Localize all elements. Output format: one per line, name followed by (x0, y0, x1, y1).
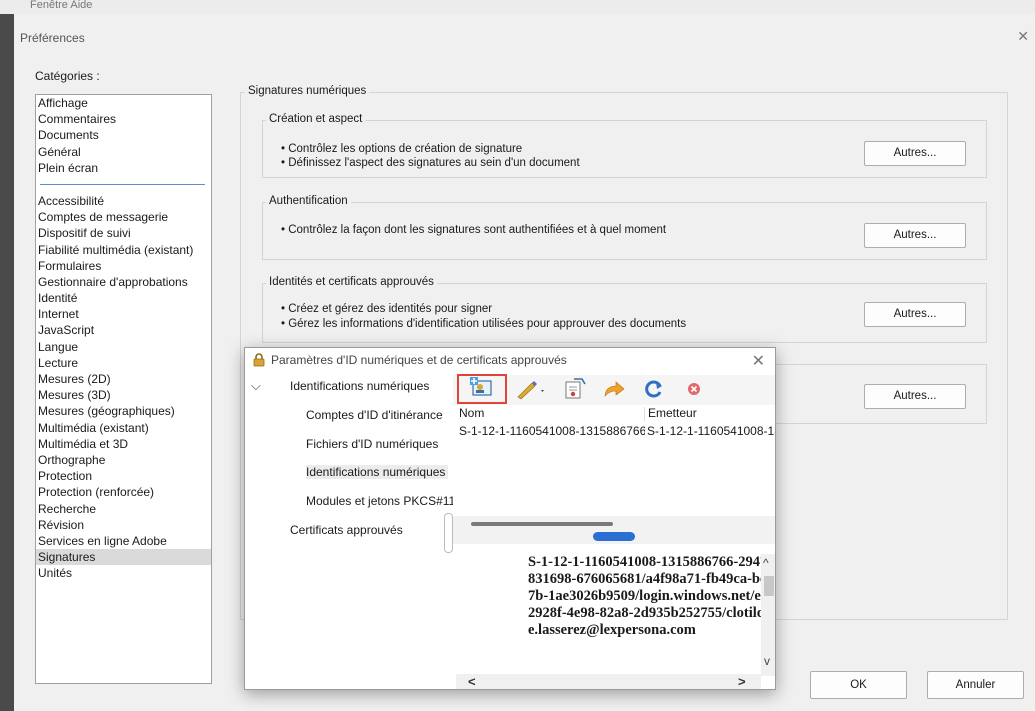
category-item[interactable]: Identité (36, 290, 211, 306)
category-item[interactable]: Fiabilité multimédia (existant) (36, 242, 211, 258)
creation-more-button[interactable]: Autres... (864, 141, 966, 166)
group-creation-title: Création et aspect (266, 113, 366, 125)
scroll-right-icon[interactable]: > (738, 674, 746, 689)
ok-button[interactable]: OK (810, 671, 907, 699)
category-item[interactable]: Mesures (géographiques) (36, 403, 211, 419)
auth-more-button[interactable]: Autres... (864, 223, 966, 248)
creation-line-2: • Définissez l'aspect des signatures au … (281, 157, 580, 169)
edit-button[interactable] (513, 378, 549, 402)
category-item[interactable]: Multimédia (existant) (36, 420, 211, 436)
table-horizontal-scrollbar[interactable] (471, 522, 613, 526)
tree-item-roaming[interactable]: Comptes d'ID d'itinérance (306, 408, 443, 422)
auth-line-1: • Contrôlez la façon dont les signatures… (281, 224, 667, 236)
splitter-handle[interactable] (593, 532, 635, 541)
detail-horizontal-scrollbar[interactable]: < > (456, 674, 761, 689)
category-item-signatures[interactable]: Signatures (36, 549, 211, 566)
categories-list: Affichage Commentaires Documents Général… (35, 94, 212, 684)
column-divider[interactable] (644, 407, 645, 421)
tree-item-digital-ids[interactable]: Identifications numériques (290, 379, 429, 393)
category-item[interactable]: Révision (36, 517, 211, 533)
category-item[interactable]: Unités (36, 565, 211, 581)
certificate-button[interactable] (559, 377, 589, 403)
category-item[interactable]: Protection (renforcée) (36, 484, 211, 500)
group-identities-title: Identités et certificats approuvés (266, 276, 437, 288)
id-toolbar (453, 374, 775, 405)
category-item[interactable]: JavaScript (36, 322, 211, 338)
category-item[interactable]: Formulaires (36, 258, 211, 274)
category-item[interactable]: Protection (36, 468, 211, 484)
id-detail-text: S-1-12-1-1160541008-1315886766-294783169… (528, 554, 768, 638)
category-item[interactable]: Mesures (2D) (36, 371, 211, 387)
tree-item-pkcs11[interactable]: Modules et jetons PKCS#11 (306, 494, 455, 508)
tree-item-files[interactable]: Fichiers d'ID numériques (306, 437, 438, 451)
tree-item-windows[interactable]: Identifications numériques W (306, 465, 448, 479)
category-item[interactable]: Gestionnaire d'approbations (36, 274, 211, 290)
export-button[interactable] (599, 378, 629, 402)
menubar-text: Fenêtre Aide (30, 0, 93, 11)
category-item[interactable]: Multimédia et 3D (36, 436, 211, 452)
column-header-issuer[interactable]: Emetteur (648, 405, 697, 421)
column-header-name[interactable]: Nom (459, 405, 484, 421)
category-item-documents[interactable]: Documents (36, 127, 211, 143)
cancel-button[interactable]: Annuler (927, 671, 1024, 699)
export-arrow-icon (602, 378, 626, 403)
refresh-icon (643, 378, 665, 403)
identities-line-2: • Gérez les informations d'identificatio… (281, 318, 687, 330)
tree-scrollbar[interactable] (444, 513, 453, 553)
category-item-affichage[interactable]: Affichage (36, 95, 211, 111)
dialog-close-icon[interactable]: ✕ (752, 351, 765, 371)
remove-icon (685, 380, 703, 401)
group-auth-title: Authentification (266, 195, 351, 207)
add-id-icon (470, 376, 494, 402)
category-item[interactable]: Dispositif de suivi (36, 225, 211, 241)
category-item[interactable]: Recherche (36, 501, 211, 517)
certificate-icon (562, 377, 586, 403)
category-item[interactable]: Services en ligne Adobe (36, 533, 211, 549)
window-title: Préférences (20, 31, 85, 45)
id-detail-pane: S-1-12-1-1160541008-1315886766-294783169… (456, 546, 775, 676)
category-item-commentaires[interactable]: Commentaires (36, 111, 211, 127)
category-item[interactable]: Comptes de messagerie (36, 209, 211, 225)
app-menubar: Fenêtre Aide (0, 0, 1035, 14)
remove-button[interactable] (679, 378, 709, 402)
dialog-title: Paramètres d'ID numériques et de certifi… (271, 353, 567, 367)
detail-vertical-scrollbar[interactable]: ^ v (761, 554, 775, 676)
chevron-down-icon[interactable]: ⌵ (251, 378, 261, 394)
panel-title: Signatures numériques (245, 85, 370, 97)
table-cell-name[interactable]: S-1-12-1-1160541008-1315886766... (459, 423, 645, 439)
detail-vscroll-thumb[interactable] (764, 576, 774, 596)
category-item[interactable]: Langue (36, 339, 211, 355)
add-id-button[interactable] (457, 374, 507, 404)
category-item[interactable]: Orthographe (36, 452, 211, 468)
category-separator (40, 183, 205, 185)
scroll-left-icon[interactable]: < (468, 674, 476, 689)
identities-line-1: • Créez et gérez des identités pour sign… (281, 303, 493, 315)
tree-item-trusted-certs[interactable]: Certificats approuvés (290, 523, 403, 537)
close-window-icon[interactable]: ✕ (1017, 28, 1029, 45)
scroll-up-icon[interactable]: ^ (763, 556, 769, 570)
refresh-button[interactable] (639, 378, 669, 402)
pen-dropdown-icon (515, 378, 547, 403)
scroll-down-icon[interactable]: v (764, 654, 770, 668)
category-item[interactable]: Accessibilité (36, 193, 211, 209)
category-item-plein-ecran[interactable]: Plein écran (36, 160, 211, 176)
fourth-more-button[interactable]: Autres... (864, 384, 966, 409)
digital-id-dialog: Paramètres d'ID numériques et de certifi… (244, 347, 776, 690)
category-item-general[interactable]: Général (36, 144, 211, 160)
categories-label: Catégories : (35, 69, 100, 83)
category-item[interactable]: Mesures (3D) (36, 387, 211, 403)
identities-more-button[interactable]: Autres... (864, 302, 966, 327)
category-item[interactable]: Internet (36, 306, 211, 322)
category-item[interactable]: Lecture (36, 355, 211, 371)
id-table: Nom Emetteur S-1-12-1-1160541008-1315886… (453, 405, 775, 515)
table-cell-issuer[interactable]: S-1-12-1-1160541008-131 (647, 423, 775, 439)
